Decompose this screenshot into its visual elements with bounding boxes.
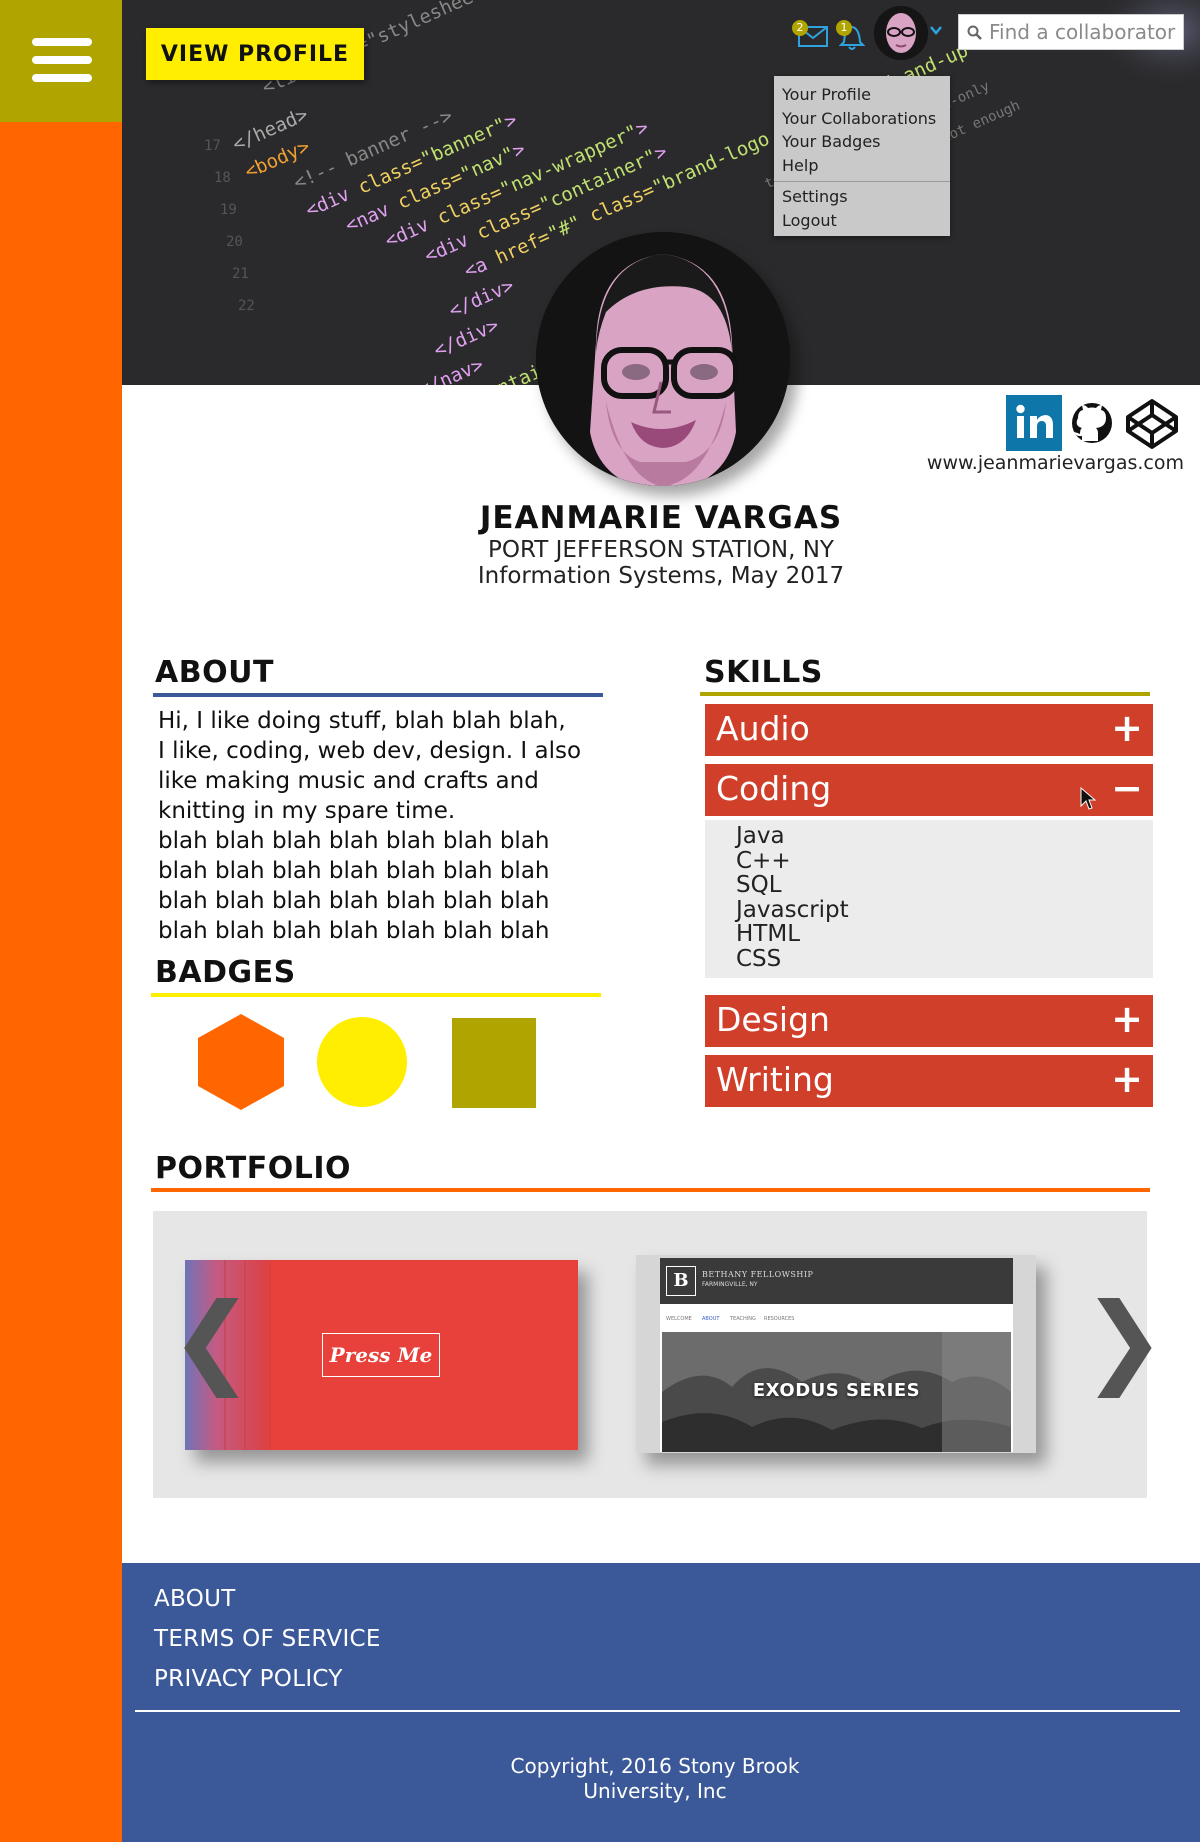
menu-bar bbox=[32, 38, 92, 46]
badge-hexagon[interactable] bbox=[196, 1012, 286, 1112]
profile-photo bbox=[536, 232, 790, 486]
about-line: blah blah blah blah blah blah blah bbox=[158, 888, 550, 914]
svg-text:19: 19 bbox=[220, 202, 237, 218]
about-text: Hi, I like doing stuff, blah blah blah, … bbox=[158, 706, 598, 946]
menu-item-your-collaborations[interactable]: Your Collaborations bbox=[782, 107, 942, 131]
about-line: knitting in my spare time. bbox=[158, 798, 456, 824]
site-nav-item: ABOUT bbox=[702, 1316, 720, 1322]
site-location: FARMINGVILLE, NY bbox=[702, 1281, 758, 1288]
site-nav-item: RESOURCES bbox=[764, 1316, 795, 1322]
skill-accordion-coding[interactable]: Coding − bbox=[705, 764, 1153, 816]
site-name: BETHANY FELLOWSHIP bbox=[702, 1270, 814, 1279]
about-line: Hi, I like doing stuff, blah blah blah, bbox=[158, 708, 566, 734]
skill-item: SQL bbox=[736, 872, 782, 898]
expand-icon[interactable]: + bbox=[1111, 1057, 1143, 1101]
skill-label: Design bbox=[716, 1000, 830, 1039]
search-bar[interactable] bbox=[958, 14, 1184, 50]
skill-item: Java bbox=[736, 823, 785, 849]
menu-item-help[interactable]: Help bbox=[782, 154, 942, 178]
portfolio-rule bbox=[151, 1188, 1150, 1192]
footer-link-about[interactable]: ABOUT bbox=[154, 1586, 236, 1612]
carousel-next-arrow[interactable]: ❯ bbox=[1082, 1290, 1166, 1390]
skill-item: CSS bbox=[736, 945, 782, 972]
about-rule bbox=[153, 693, 603, 697]
profile-major: Information Systems, May 2017 bbox=[477, 563, 845, 589]
portfolio-heading: PORTFOLIO bbox=[155, 1151, 351, 1186]
exodus-banner-text: EXODUS SERIES bbox=[752, 1380, 921, 1401]
footer-link-terms[interactable]: TERMS OF SERVICE bbox=[154, 1626, 381, 1652]
about-line: blah blah blah blah blah blah blah bbox=[158, 858, 550, 884]
mail-count-badge: 2 bbox=[792, 20, 808, 36]
exodus-banner-image: EXODUS SERIES bbox=[662, 1332, 1011, 1452]
svg-text:20: 20 bbox=[226, 234, 243, 250]
skill-accordion-design[interactable]: Design + bbox=[705, 995, 1153, 1047]
search-icon bbox=[967, 25, 982, 40]
profile-dropdown-menu: Your Profile Your Collaborations Your Ba… bbox=[774, 76, 950, 236]
website-preview: B BETHANY FELLOWSHIP FARMINGVILLE, NY WE… bbox=[660, 1258, 1013, 1452]
menu-item-your-profile[interactable]: Your Profile bbox=[782, 83, 942, 107]
about-line: blah blah blah blah blah blah blah bbox=[158, 918, 550, 944]
notification-count-badge: 1 bbox=[836, 20, 852, 36]
menu-bar bbox=[32, 74, 92, 82]
about-line: blah blah blah blah blah blah blah bbox=[158, 828, 550, 854]
carousel-prev-arrow[interactable]: ❮ bbox=[170, 1290, 254, 1390]
copyright-line: Copyright, 2016 Stony Brook bbox=[510, 1754, 800, 1778]
badge-circle[interactable] bbox=[316, 1016, 408, 1108]
menu-item-your-badges[interactable]: Your Badges bbox=[782, 130, 942, 154]
mouse-cursor-icon bbox=[1080, 787, 1096, 810]
skill-item: Javascript bbox=[736, 896, 849, 923]
press-me-button[interactable]: Press Me bbox=[322, 1333, 440, 1377]
skills-rule bbox=[700, 692, 1150, 696]
codepen-icon[interactable] bbox=[1124, 395, 1180, 451]
about-heading: ABOUT bbox=[155, 655, 274, 690]
skill-label: Audio bbox=[716, 709, 810, 748]
hamburger-menu-button[interactable] bbox=[0, 0, 122, 122]
left-sidebar bbox=[0, 0, 122, 1842]
skill-label: Coding bbox=[716, 769, 832, 808]
menu-item-settings[interactable]: Settings bbox=[782, 185, 942, 209]
site-header: B BETHANY FELLOWSHIP FARMINGVILLE, NY bbox=[660, 1258, 1013, 1304]
site-nav-item: WELCOME bbox=[666, 1316, 692, 1322]
profile-name: JEANMARIE VARGAS bbox=[479, 500, 843, 536]
user-avatar[interactable] bbox=[874, 6, 928, 60]
view-profile-button[interactable]: VIEW PROFILE bbox=[146, 28, 364, 80]
expand-icon[interactable]: + bbox=[1111, 997, 1143, 1041]
skill-item: C++ bbox=[736, 847, 791, 874]
site-logo: B bbox=[666, 1266, 696, 1296]
copyright-text: Copyright, 2016 Stony Brook University, … bbox=[470, 1754, 840, 1804]
svg-text:22: 22 bbox=[238, 298, 255, 314]
badges-heading: BADGES bbox=[155, 955, 296, 990]
site-nav-item: TEACHING bbox=[730, 1316, 756, 1322]
menu-bar bbox=[32, 56, 92, 64]
about-line: I like, coding, web dev, design. I also bbox=[158, 738, 582, 764]
copyright-line: University, Inc bbox=[583, 1779, 727, 1803]
footer-link-privacy[interactable]: PRIVACY POLICY bbox=[154, 1666, 343, 1692]
skill-accordion-audio[interactable]: Audio + bbox=[705, 704, 1153, 756]
skill-item: HTML bbox=[736, 921, 801, 947]
expand-icon[interactable]: + bbox=[1111, 706, 1143, 750]
about-line: like making music and crafts and bbox=[158, 768, 539, 794]
skills-heading: SKILLS bbox=[704, 655, 823, 690]
search-input[interactable] bbox=[989, 15, 1183, 49]
notification-bell-icon[interactable]: 1 bbox=[836, 18, 868, 52]
linkedin-icon[interactable] bbox=[1006, 395, 1062, 451]
footer-divider bbox=[135, 1710, 1180, 1712]
chevron-down-icon[interactable] bbox=[928, 22, 944, 38]
website-link[interactable]: www.jeanmarievargas.com bbox=[900, 452, 1184, 474]
svg-text:18: 18 bbox=[214, 170, 231, 186]
menu-item-logout[interactable]: Logout bbox=[782, 209, 942, 233]
menu-divider bbox=[774, 181, 950, 182]
collapse-icon[interactable]: − bbox=[1111, 766, 1143, 810]
badges-rule bbox=[151, 993, 601, 997]
svg-text:17: 17 bbox=[204, 138, 221, 154]
skill-label: Writing bbox=[716, 1060, 834, 1099]
github-icon[interactable] bbox=[1068, 395, 1124, 451]
svg-text:21: 21 bbox=[232, 266, 249, 282]
mail-icon[interactable]: 2 bbox=[792, 20, 830, 48]
badge-square[interactable] bbox=[452, 1018, 536, 1108]
skill-accordion-writing[interactable]: Writing + bbox=[705, 1055, 1153, 1107]
profile-location: PORT JEFFERSON STATION, NY bbox=[488, 537, 834, 563]
coding-skills-list: Java C++ SQL Javascript HTML CSS bbox=[705, 820, 1153, 978]
